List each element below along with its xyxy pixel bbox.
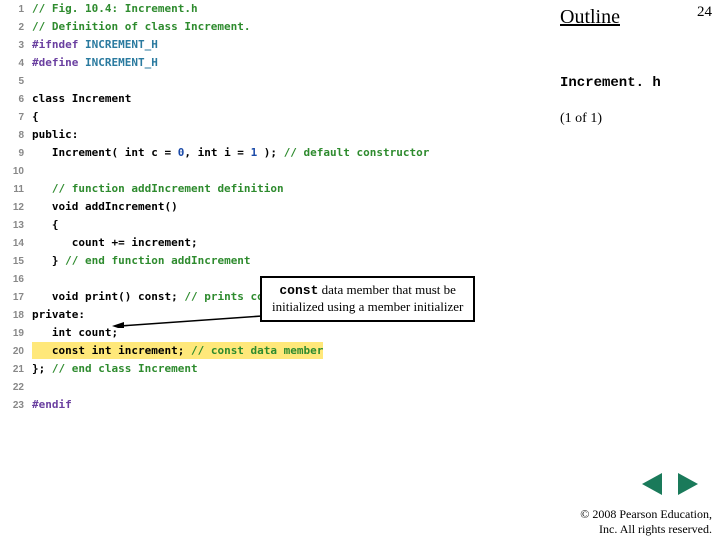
callout-arrow bbox=[112, 314, 262, 328]
code-line: 23#endif bbox=[0, 396, 540, 414]
line-number: 12 bbox=[0, 199, 32, 216]
outline-heading: Outline bbox=[560, 6, 720, 29]
code-line: 12 void addIncrement() bbox=[0, 198, 540, 216]
code-line: 3#ifndef INCREMENT_H bbox=[0, 36, 540, 54]
code-line: 4#define INCREMENT_H bbox=[0, 54, 540, 72]
filename-label: Increment. h bbox=[560, 75, 720, 91]
footer-line-1: © 2008 Pearson Education, bbox=[580, 507, 712, 521]
line-number: 7 bbox=[0, 109, 32, 126]
code-line: 10 bbox=[0, 162, 540, 180]
callout-box: const data member that must be initializ… bbox=[260, 276, 475, 322]
line-number: 20 bbox=[0, 343, 32, 360]
code-line: 8public: bbox=[0, 126, 540, 144]
code-text: #define INCREMENT_H bbox=[32, 54, 158, 71]
callout-keyword: const bbox=[279, 283, 318, 298]
code-text: private: bbox=[32, 306, 85, 323]
line-number: 17 bbox=[0, 289, 32, 306]
line-number: 9 bbox=[0, 145, 32, 162]
code-line: 11 // function addIncrement definition bbox=[0, 180, 540, 198]
code-text: // Fig. 10.4: Increment.h bbox=[32, 0, 198, 17]
code-line: 21}; // end class Increment bbox=[0, 360, 540, 378]
code-text: int count; bbox=[32, 324, 118, 341]
code-line: 20 const int increment; // const data me… bbox=[0, 342, 540, 360]
line-number: 23 bbox=[0, 397, 32, 414]
right-column: Outline Increment. h (1 of 1) bbox=[560, 0, 720, 127]
line-number: 10 bbox=[0, 163, 32, 180]
code-line: 15 } // end function addIncrement bbox=[0, 252, 540, 270]
code-line: 1// Fig. 10.4: Increment.h bbox=[0, 0, 540, 18]
copyright-footer: © 2008 Pearson Education, Inc. All right… bbox=[580, 507, 712, 536]
line-number: 2 bbox=[0, 19, 32, 36]
code-text: // Definition of class Increment. bbox=[32, 18, 251, 35]
line-number: 1 bbox=[0, 1, 32, 18]
nav-controls bbox=[636, 473, 704, 500]
code-text: { bbox=[32, 108, 39, 125]
line-number: 18 bbox=[0, 307, 32, 324]
line-number: 13 bbox=[0, 217, 32, 234]
code-text: void addIncrement() bbox=[32, 198, 178, 215]
page-of-label: (1 of 1) bbox=[560, 111, 720, 127]
line-number: 4 bbox=[0, 55, 32, 72]
code-text: }; // end class Increment bbox=[32, 360, 198, 377]
code-line: 19 int count; bbox=[0, 324, 540, 342]
code-text: count += increment; bbox=[32, 234, 198, 251]
code-text: Increment( int c = 0, int i = 1 ); // de… bbox=[32, 144, 429, 161]
line-number: 11 bbox=[0, 181, 32, 198]
line-number: 19 bbox=[0, 325, 32, 342]
code-listing: 1// Fig. 10.4: Increment.h2// Definition… bbox=[0, 0, 540, 414]
next-button[interactable] bbox=[678, 473, 698, 495]
code-text: #endif bbox=[32, 396, 72, 413]
line-number: 3 bbox=[0, 37, 32, 54]
callout-text-2: initialized using a member initializer bbox=[272, 299, 463, 314]
line-number: 15 bbox=[0, 253, 32, 270]
code-text: public: bbox=[32, 126, 78, 143]
code-line: 22 bbox=[0, 378, 540, 396]
code-text bbox=[32, 72, 39, 89]
code-line: 9 Increment( int c = 0, int i = 1 ); // … bbox=[0, 144, 540, 162]
footer-line-2: Inc. All rights reserved. bbox=[580, 522, 712, 536]
code-text bbox=[32, 378, 39, 395]
code-text bbox=[32, 162, 39, 179]
code-text: { bbox=[32, 216, 59, 233]
code-line: 13 { bbox=[0, 216, 540, 234]
code-text: // function addIncrement definition bbox=[32, 180, 284, 197]
line-number: 21 bbox=[0, 361, 32, 378]
code-text bbox=[32, 270, 39, 287]
code-text: class Increment bbox=[32, 90, 131, 107]
line-number: 5 bbox=[0, 73, 32, 90]
code-line: 5 bbox=[0, 72, 540, 90]
code-line: 14 count += increment; bbox=[0, 234, 540, 252]
code-text: #ifndef INCREMENT_H bbox=[32, 36, 158, 53]
code-text: const int increment; // const data membe… bbox=[32, 342, 323, 359]
prev-button[interactable] bbox=[642, 473, 662, 495]
code-line: 7{ bbox=[0, 108, 540, 126]
line-number: 14 bbox=[0, 235, 32, 252]
code-line: 6class Increment bbox=[0, 90, 540, 108]
code-text: } // end function addIncrement bbox=[32, 252, 251, 269]
line-number: 6 bbox=[0, 91, 32, 108]
callout-text-1: data member that must be bbox=[318, 282, 456, 297]
line-number: 8 bbox=[0, 127, 32, 144]
code-line: 2// Definition of class Increment. bbox=[0, 18, 540, 36]
line-number: 22 bbox=[0, 379, 32, 396]
page-number: 24 bbox=[697, 4, 712, 21]
line-number: 16 bbox=[0, 271, 32, 288]
